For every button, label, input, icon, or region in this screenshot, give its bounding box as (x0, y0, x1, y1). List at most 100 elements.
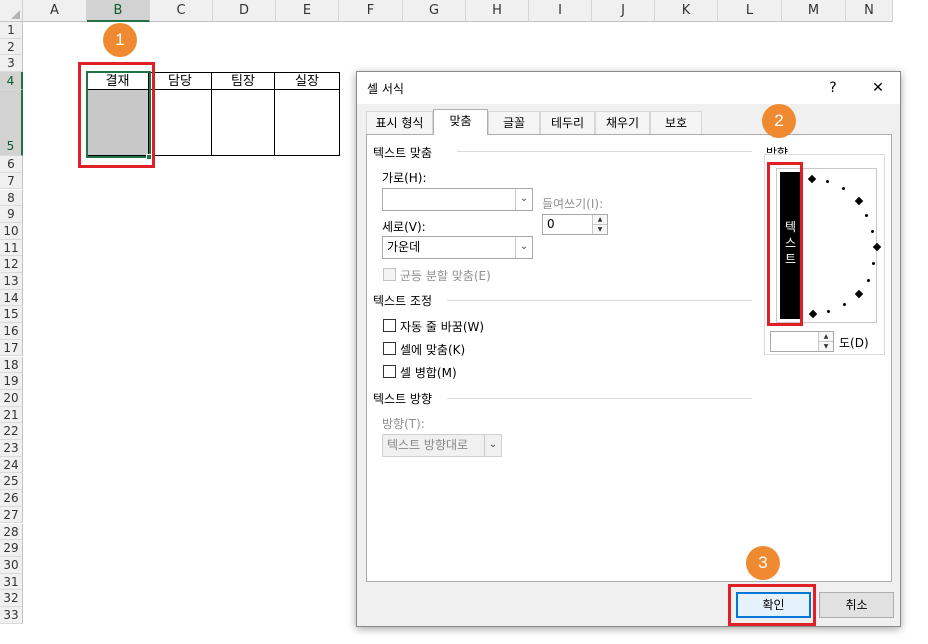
column-header[interactable]: C (150, 0, 213, 22)
select-all-corner[interactable] (0, 0, 23, 22)
row-header[interactable]: 12 (0, 256, 23, 273)
shrink-to-fit-checkbox[interactable] (383, 342, 396, 355)
column-header[interactable]: K (655, 0, 718, 22)
row-header[interactable]: 24 (0, 456, 23, 474)
tab-border[interactable]: 테두리 (540, 111, 595, 134)
column-header[interactable]: D (213, 0, 276, 22)
column-header[interactable]: L (718, 0, 782, 22)
dialog-titlebar: 셀 서식 ? ✕ (357, 72, 900, 104)
help-button[interactable]: ? (820, 76, 846, 100)
orientation-marker (854, 196, 864, 206)
row-header[interactable]: 8 (0, 189, 23, 207)
wrap-text-label: 자동 줄 바꿈(W) (400, 320, 485, 334)
highlight-box-3 (728, 584, 816, 626)
column-header[interactable]: N (846, 0, 893, 22)
shrink-to-fit-label: 셀에 맞춤(K) (400, 343, 466, 357)
row-header[interactable]: 14 (0, 289, 23, 307)
step-badge-1: 1 (103, 23, 137, 57)
cell-d5[interactable] (212, 90, 275, 156)
row-header[interactable]: 13 (0, 273, 23, 290)
degree-spinner[interactable]: ▲ ▼ (770, 331, 834, 352)
orientation-marker (807, 174, 817, 184)
row-header[interactable]: 7 (0, 172, 23, 190)
column-header[interactable]: M (782, 0, 846, 22)
row-header[interactable]: 25 (0, 473, 23, 491)
row-header[interactable]: 18 (0, 356, 23, 374)
row-header[interactable]: 16 (0, 323, 23, 340)
horizontal-combo[interactable]: ⌄ (382, 188, 533, 211)
row-header[interactable]: 17 (0, 339, 23, 357)
row-header[interactable]: 28 (0, 523, 23, 541)
distributed-checkbox[interactable] (383, 268, 396, 281)
tab-alignment[interactable]: 맞춤 (433, 109, 488, 135)
tab-fill[interactable]: 채우기 (595, 111, 650, 134)
row-header[interactable]: 30 (0, 556, 23, 574)
row-header[interactable]: 6 (0, 156, 23, 173)
row-header[interactable]: 22 (0, 423, 23, 440)
column-header[interactable]: B (87, 0, 150, 22)
column-header[interactable]: H (466, 0, 529, 22)
orientation-dot (826, 180, 829, 183)
row-header[interactable]: 33 (0, 607, 23, 624)
column-header[interactable]: G (403, 0, 466, 22)
cancel-button[interactable]: 취소 (819, 592, 894, 618)
column-header[interactable]: I (529, 0, 592, 22)
merge-cells-label: 셀 병합(M) (400, 366, 457, 380)
chevron-down-icon: ⌄ (515, 189, 532, 210)
indent-value: 0 (547, 217, 555, 231)
close-button[interactable]: ✕ (865, 76, 891, 100)
column-header[interactable]: A (23, 0, 87, 22)
orientation-dot (843, 303, 846, 306)
cell-director[interactable]: 실장 (275, 72, 340, 90)
row-header[interactable]: 1 (0, 22, 23, 39)
tab-number-format[interactable]: 표시 형식 (366, 111, 433, 134)
chevron-down-icon: ⌄ (515, 237, 532, 258)
cell-team-lead[interactable]: 팀장 (212, 72, 275, 90)
tab-protection[interactable]: 보호 (650, 111, 702, 134)
row-header[interactable]: 31 (0, 573, 23, 591)
vertical-combo[interactable]: 가운데 ⌄ (382, 236, 533, 259)
row-header[interactable]: 27 (0, 506, 23, 524)
orientation-dot (842, 187, 845, 190)
orientation-dot (865, 214, 868, 217)
column-header[interactable]: E (276, 0, 339, 22)
orientation-dot (871, 230, 874, 233)
degree-label: 도(D) (839, 336, 869, 350)
row-header[interactable]: 5 (0, 90, 23, 157)
spin-up-icon[interactable]: ▲ (818, 332, 833, 342)
row-header[interactable]: 15 (0, 306, 23, 324)
row-header[interactable]: 26 (0, 490, 23, 507)
direction-combo[interactable]: 텍스트 방향대로 ⌄ (382, 434, 502, 457)
cell-c5[interactable] (149, 90, 212, 156)
row-header[interactable]: 32 (0, 590, 23, 607)
row-header[interactable]: 4 (0, 72, 23, 91)
chevron-down-icon: ⌄ (484, 435, 501, 456)
cell-manager[interactable]: 담당 (149, 72, 212, 90)
tab-font[interactable]: 글꼴 (488, 111, 540, 134)
highlight-box-1 (78, 62, 155, 168)
row-header[interactable]: 10 (0, 222, 23, 240)
spin-up-icon[interactable]: ▲ (592, 215, 607, 225)
row-header[interactable]: 3 (0, 55, 23, 73)
row-header[interactable]: 19 (0, 373, 23, 390)
merge-cells-checkbox[interactable] (383, 365, 396, 378)
row-header[interactable]: 11 (0, 239, 23, 257)
row-header[interactable]: 23 (0, 440, 23, 457)
spin-down-icon[interactable]: ▼ (818, 342, 833, 351)
format-cells-dialog: 셀 서식 ? ✕ 표시 형식 맞춤 글꼴 테두리 채우기 보호 텍스트 맞춤 가… (356, 71, 901, 627)
spin-down-icon[interactable]: ▼ (592, 225, 607, 234)
cell-e5[interactable] (275, 90, 340, 156)
row-header[interactable]: 9 (0, 206, 23, 223)
row-header[interactable]: 20 (0, 389, 23, 407)
column-header[interactable]: F (339, 0, 403, 22)
column-header[interactable]: J (592, 0, 655, 22)
vertical-label: 세로(V): (382, 220, 426, 234)
row-header[interactable]: 21 (0, 406, 23, 424)
wrap-text-checkbox[interactable] (383, 319, 396, 332)
row-header[interactable]: 2 (0, 38, 23, 56)
separator (447, 398, 752, 399)
indent-spinner[interactable]: 0 ▲ ▼ (542, 214, 608, 235)
row-header[interactable]: 29 (0, 540, 23, 557)
orientation-marker (854, 289, 864, 299)
orientation-dot (827, 310, 830, 313)
